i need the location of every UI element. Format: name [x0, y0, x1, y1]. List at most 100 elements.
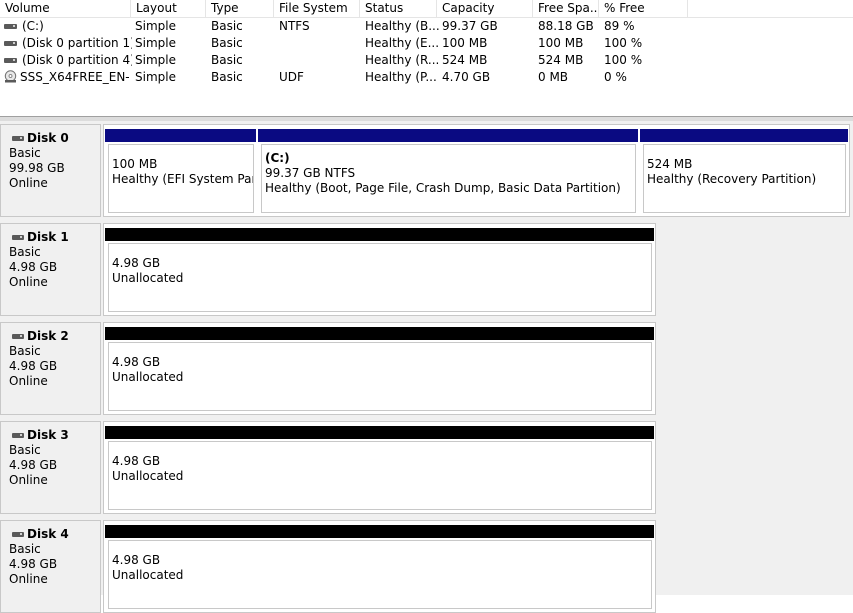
partition-status: Unallocated	[112, 370, 184, 384]
partition-status: Healthy (Recovery Partition)	[647, 172, 817, 186]
partition-status: Unallocated	[112, 271, 184, 285]
disk-size: 4.98 GB	[9, 458, 58, 472]
disk-name-text: Disk 3	[27, 428, 69, 442]
unallocated-region[interactable]: 4.98 GB Unallocated	[104, 323, 655, 414]
partition-strip: 4.98 GB Unallocated	[103, 520, 656, 613]
partition[interactable]: (C:) 99.37 GB NTFS Healthy (Boot, Page Fil…	[257, 125, 639, 216]
volume-pct: 100 %	[604, 36, 643, 50]
column-header-volume[interactable]: Volume	[0, 0, 131, 17]
disk-size: 4.98 GB	[9, 260, 58, 274]
volume-capacity: 4.70 GB	[442, 70, 491, 84]
disk-label[interactable]: Disk 0 Basic 99.98 GB Online	[0, 124, 101, 217]
partition-strip: 100 MBHealthy (EFI System Partiti(C:)99.…	[103, 124, 850, 217]
volume-row[interactable]: (Disk 0 partition 4) Simple Basic Healthy (…	[0, 52, 853, 69]
partition-info: 4.98 GB Unallocated	[108, 243, 652, 312]
disk-label[interactable]: Disk 1 Basic 4.98 GB Online	[0, 223, 101, 316]
volume-name: (C:)	[22, 19, 44, 33]
volume-row[interactable]: (Disk 0 partition 1) Simple Basic Healthy (…	[0, 35, 853, 52]
disk-name-text: Disk 2	[27, 329, 69, 343]
disk-label[interactable]: Disk 4 Basic 4.98 GB Online	[0, 520, 101, 613]
disk-name-text: Disk 4	[27, 527, 69, 541]
partition-title: (C:)	[265, 151, 290, 165]
partition-size: 4.98 GB	[112, 553, 161, 567]
partition-color-bar	[105, 327, 654, 340]
disk-label[interactable]: Disk 2 Basic 4.98 GB Online	[0, 322, 101, 415]
disk-icon	[12, 532, 24, 537]
partition-color-bar	[105, 525, 654, 538]
partition[interactable]: 524 MB Healthy (Recovery Partition)	[639, 125, 849, 216]
disk-size: 4.98 GB	[9, 359, 58, 373]
drive-icon	[4, 58, 17, 63]
column-header-percent-free[interactable]: % Free	[599, 0, 688, 17]
disk-name-text: Disk 0	[27, 131, 69, 145]
partition-info: 4.98 GB Unallocated	[108, 342, 652, 411]
volume-pct: 100 %	[604, 53, 643, 67]
volume-name: (Disk 0 partition 1)	[22, 36, 132, 50]
partition-color-bar	[640, 129, 848, 142]
column-header-row: Volume Layout Type File System Status Ca…	[0, 0, 853, 18]
disk-name-text: Disk 1	[27, 230, 69, 244]
partition-size: 4.98 GB	[112, 355, 161, 369]
partition-info: 524 MB Healthy (Recovery Partition)	[643, 144, 846, 213]
volume-capacity: 524 MB	[442, 53, 488, 67]
disk-status: Online	[9, 275, 48, 289]
partition-color-bar	[105, 228, 654, 241]
disk-status: Online	[9, 572, 48, 586]
disk-status: Online	[9, 473, 48, 487]
disk-icon	[12, 334, 24, 339]
disk-row: Disk 3 Basic 4.98 GB Online 4.98 GB Unallocat…	[0, 418, 853, 514]
volume-fs	[279, 35, 369, 52]
disc-icon	[4, 70, 17, 83]
partition-status: Healthy (Boot, Page File, Crash Dump, Ba…	[265, 181, 621, 195]
partition-strip: 4.98 GB Unallocated	[103, 223, 656, 316]
volume-pct: 89 %	[604, 19, 635, 33]
partition-status: Unallocated	[112, 568, 184, 582]
partition-size: 4.98 GB	[112, 454, 161, 468]
partition-color-bar	[105, 129, 256, 142]
volume-name: (Disk 0 partition 4)	[22, 53, 132, 67]
partition-info: (C:) 99.37 GB NTFS Healthy (Boot, Page Fil…	[261, 144, 636, 213]
partition-size: 524 MB	[647, 157, 693, 171]
disk-icon	[12, 235, 24, 240]
disk-label[interactable]: Disk 3 Basic 4.98 GB Online	[0, 421, 101, 514]
unallocated-region[interactable]: 4.98 GB Unallocated	[104, 422, 655, 513]
volume-capacity: 99.37 GB	[442, 19, 498, 33]
disk-name: Disk 1	[9, 230, 100, 245]
disk-name: Disk 4	[9, 527, 100, 542]
disk-row: Disk 0 Basic 99.98 GB Online 100 MB Healthy (…	[0, 121, 853, 217]
unallocated-region[interactable]: 4.98 GB Unallocated	[104, 521, 655, 612]
column-header-layout[interactable]: Layout	[131, 0, 206, 17]
volume-row[interactable]: (C:) Simple Basic NTFS Healthy (B... 99.37 GB…	[0, 18, 853, 35]
volume-fs: NTFS	[279, 19, 310, 33]
column-header-capacity[interactable]: Capacity	[437, 0, 533, 17]
disk-name: Disk 2	[9, 329, 100, 344]
partition-size: 99.37 GB NTFS	[265, 166, 356, 180]
volume-list[interactable]: Volume Layout Type File System Status Ca…	[0, 0, 853, 116]
drive-icon	[4, 24, 17, 29]
column-header-type[interactable]: Type	[206, 0, 274, 17]
volume-name: SSS_X64FREE_EN-...	[20, 70, 130, 84]
volume-fs: UDF	[279, 70, 304, 84]
unallocated-region[interactable]: 4.98 GB Unallocated	[104, 224, 655, 315]
disk-icon	[12, 136, 24, 141]
partition-info: 4.98 GB Unallocated	[108, 441, 652, 510]
disk-row: Disk 1 Basic 4.98 GB Online 4.98 GB Unallocat…	[0, 220, 853, 316]
partition-info: 4.98 GB Unallocated	[108, 540, 652, 609]
drive-icon	[4, 41, 17, 46]
volume-fs	[279, 52, 369, 69]
column-header-status[interactable]: Status	[360, 0, 437, 17]
disk-type: Basic	[9, 542, 41, 556]
partition-info: 100 MBHealthy (EFI System Partiti	[108, 144, 254, 213]
partition-color-bar	[105, 426, 654, 439]
partition-status: Unallocated	[112, 469, 184, 483]
disk-name: Disk 0	[9, 131, 100, 146]
column-header-file-system[interactable]: File System	[274, 0, 360, 17]
partition-size: 100 MB	[112, 157, 158, 171]
disk-name: Disk 3	[9, 428, 100, 443]
partition[interactable]: 100 MBHealthy (EFI System Partiti	[104, 125, 257, 216]
column-header-free-space[interactable]: Free Spa...	[533, 0, 599, 17]
disk-status: Online	[9, 374, 48, 388]
volume-row[interactable]: SSS_X64FREE_EN-... Simple Basic UDF Healthy …	[0, 69, 853, 86]
disk-type: Basic	[9, 245, 41, 259]
disk-type: Basic	[9, 443, 41, 457]
